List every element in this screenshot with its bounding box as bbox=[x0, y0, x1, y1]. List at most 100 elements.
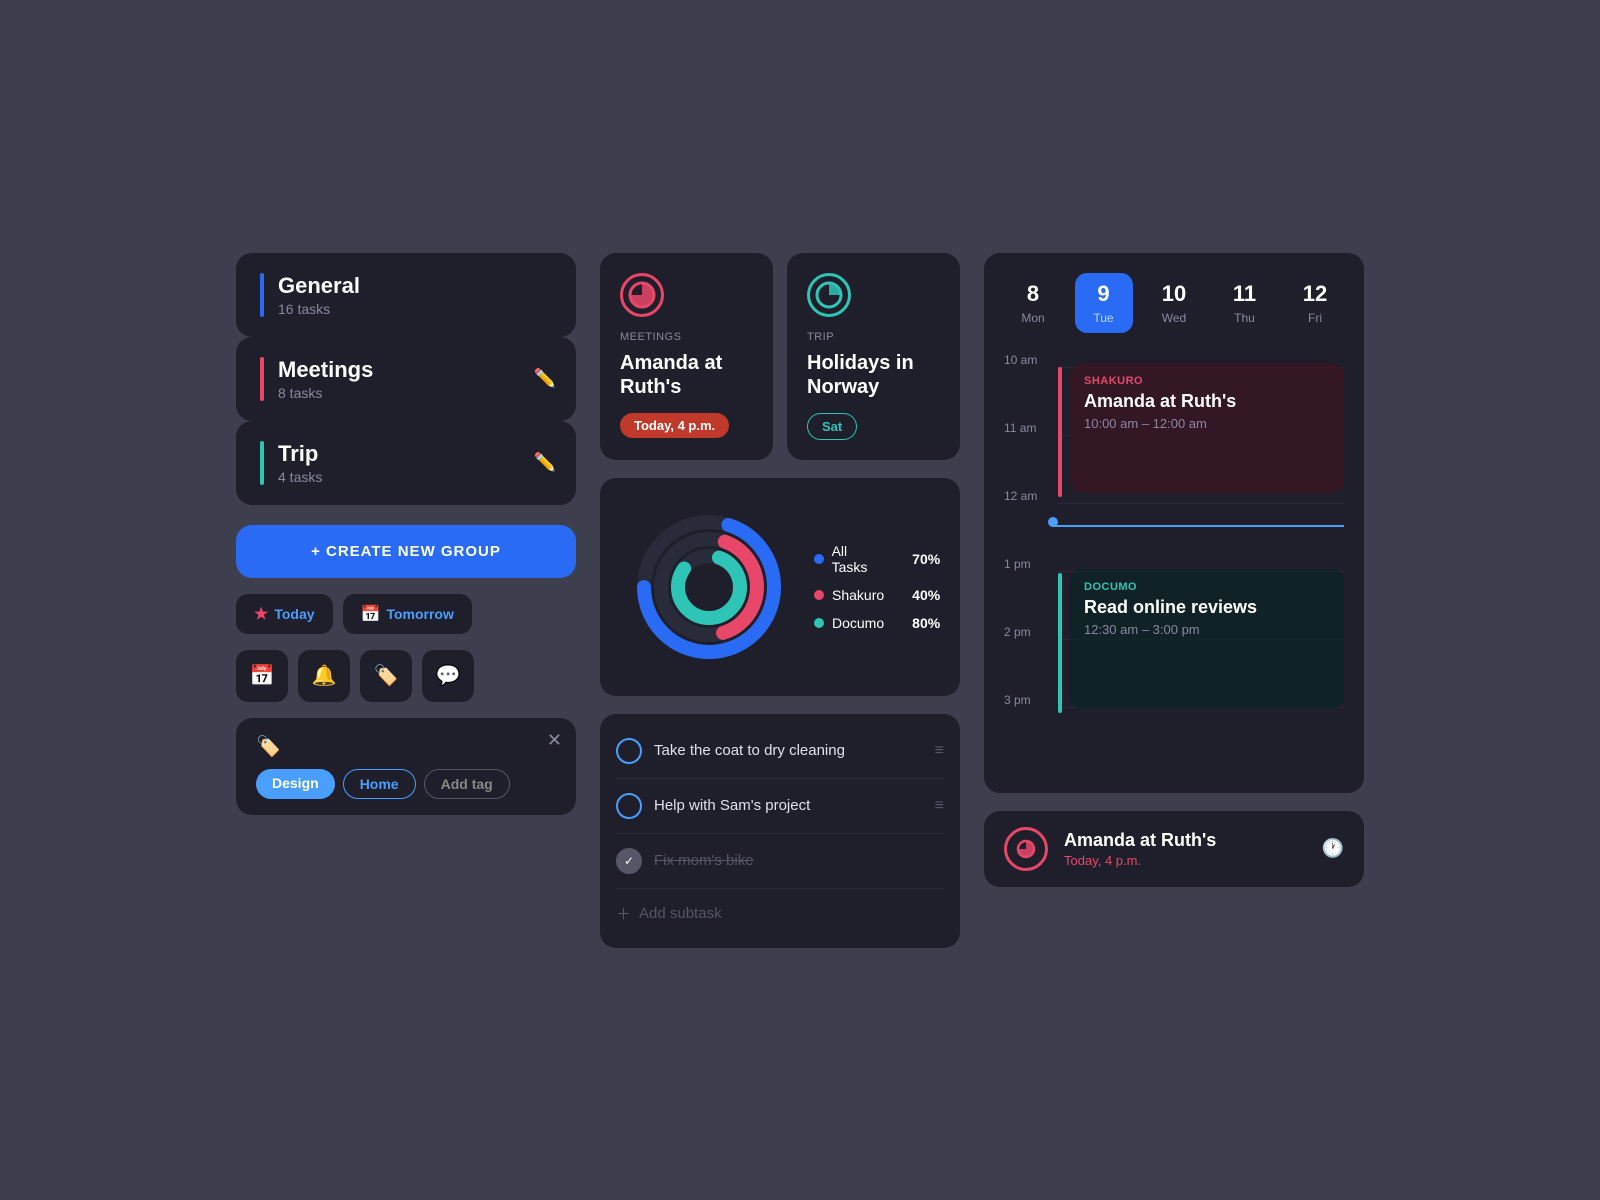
task-menu-2[interactable]: ≡ bbox=[935, 797, 944, 815]
tag-icon-btn[interactable]: 🏷️ bbox=[360, 650, 412, 702]
group-card-left-2: Trip 4 tasks bbox=[260, 441, 322, 485]
time-12am: 12 am bbox=[1004, 489, 1037, 503]
group-text-1: Meetings 8 tasks bbox=[278, 357, 373, 401]
close-tags-button[interactable]: ✕ bbox=[547, 730, 562, 751]
trip-category: TRIP bbox=[807, 331, 940, 343]
create-group-button[interactable]: + CREATE NEW GROUP bbox=[236, 525, 576, 578]
trip-event-title: Holidays in Norway bbox=[807, 351, 940, 399]
mini-cards-row: MEETINGS Amanda at Ruth's Today, 4 p.m. … bbox=[600, 253, 960, 460]
tomorrow-filter-button[interactable]: 📅 Tomorrow bbox=[343, 594, 472, 634]
tag-add[interactable]: Add tag bbox=[424, 769, 510, 799]
add-subtask-label: Add subtask bbox=[639, 905, 722, 922]
right-column: 8 Mon 9 Tue 10 Wed 11 Thu 12 Fri 10 am 1… bbox=[984, 253, 1364, 887]
legend-all-tasks: All Tasks 70% bbox=[814, 543, 940, 575]
day-label-2: Wed bbox=[1162, 311, 1186, 325]
edit-icon-1[interactable]: ✏️ bbox=[534, 368, 556, 389]
icon-row: 📅 🔔 🏷️ 💬 bbox=[236, 650, 576, 702]
day-btn-fri[interactable]: 12 Fri bbox=[1286, 273, 1344, 333]
event-bar-2 bbox=[1058, 573, 1062, 713]
meetings-event-title: Amanda at Ruth's bbox=[620, 351, 753, 399]
task-checkbox-2[interactable] bbox=[616, 793, 642, 819]
add-subtask-row[interactable]: ＋ Add subtask bbox=[616, 889, 944, 938]
chat-icon-btn[interactable]: 💬 bbox=[422, 650, 474, 702]
day-btn-thu[interactable]: 11 Thu bbox=[1216, 273, 1274, 333]
event-summary-pie bbox=[1016, 839, 1036, 859]
legend-documo: Documo 80% bbox=[814, 615, 940, 631]
legend-label-all: All Tasks bbox=[832, 543, 885, 575]
group-card-trip[interactable]: Trip 4 tasks ✏️ bbox=[236, 421, 576, 505]
task-item-3[interactable]: ✓ Fix mom's bike bbox=[616, 834, 944, 889]
group-tasks-2: 4 tasks bbox=[278, 469, 322, 485]
day-btn-wed[interactable]: 10 Wed bbox=[1145, 273, 1203, 333]
task-item-2[interactable]: Help with Sam's project ≡ bbox=[616, 779, 944, 834]
legend-shakuro: Shakuro 40% bbox=[814, 587, 940, 603]
day-label-0: Mon bbox=[1021, 311, 1044, 325]
event-summary-card: Amanda at Ruth's Today, 4 p.m. 🕐 bbox=[984, 811, 1364, 887]
task-checkbox-1[interactable] bbox=[616, 738, 642, 764]
line-12am bbox=[1058, 503, 1344, 504]
legend-label-shakuro: Shakuro bbox=[832, 587, 884, 603]
timeline: 10 am 11 am 12 am 1 pm 2 pm 3 pm SH bbox=[1004, 353, 1344, 773]
day-num-0: 8 bbox=[1027, 281, 1039, 307]
day-btn-tue[interactable]: 9 Tue bbox=[1075, 273, 1133, 333]
event-title-2: Read online reviews bbox=[1084, 597, 1330, 618]
meetings-circle-icon bbox=[620, 273, 664, 317]
event-title-1: Amanda at Ruth's bbox=[1084, 391, 1330, 412]
event-block-1[interactable]: SHAKURO Amanda at Ruth's 10:00 am – 12:0… bbox=[1070, 363, 1344, 493]
calendar-icon-btn[interactable]: 📅 bbox=[236, 650, 288, 702]
tags-row: Design Home Add tag bbox=[256, 769, 556, 799]
trip-mini-card: TRIP Holidays in Norway Sat bbox=[787, 253, 960, 460]
meetings-mini-card: MEETINGS Amanda at Ruth's Today, 4 p.m. bbox=[600, 253, 773, 460]
event-summary-title: Amanda at Ruth's bbox=[1064, 830, 1306, 851]
add-icon: ＋ bbox=[616, 903, 631, 924]
group-bar-1 bbox=[260, 357, 264, 401]
task-checkbox-3[interactable]: ✓ bbox=[616, 848, 642, 874]
day-label-3: Thu bbox=[1234, 311, 1255, 325]
tag-design[interactable]: Design bbox=[256, 769, 335, 799]
bell-icon-btn[interactable]: 🔔 bbox=[298, 650, 350, 702]
legend-dot-all bbox=[814, 554, 824, 564]
group-card-left-0: General 16 tasks bbox=[260, 273, 360, 317]
group-card-general[interactable]: General 16 tasks bbox=[236, 253, 576, 337]
group-card-meetings[interactable]: Meetings 8 tasks ✏️ bbox=[236, 337, 576, 421]
task-item-1[interactable]: Take the coat to dry cleaning ≡ bbox=[616, 724, 944, 779]
today-filter-button[interactable]: ★ Today bbox=[236, 594, 333, 634]
event-time-2: 12:30 am – 3:00 pm bbox=[1084, 622, 1330, 637]
tags-card: ✕ 🏷️ Design Home Add tag bbox=[236, 718, 576, 815]
legend-label-documo: Documo bbox=[832, 615, 884, 631]
tag-home[interactable]: Home bbox=[343, 769, 416, 799]
group-text-0: General 16 tasks bbox=[278, 273, 360, 317]
edit-icon-2[interactable]: ✏️ bbox=[534, 452, 556, 473]
calendar-icon: 📅 bbox=[361, 604, 381, 624]
task-text-1: Take the coat to dry cleaning bbox=[654, 742, 923, 759]
star-icon: ★ bbox=[254, 604, 268, 624]
day-num-2: 10 bbox=[1162, 281, 1186, 307]
legend-value-shakuro: 40% bbox=[892, 587, 940, 603]
donut-chart bbox=[624, 502, 794, 672]
current-time-line bbox=[1052, 525, 1344, 527]
group-bar-2 bbox=[260, 441, 264, 485]
group-bar-0 bbox=[260, 273, 264, 317]
event-summary-icon bbox=[1004, 827, 1048, 871]
legend-dot-documo bbox=[814, 618, 824, 628]
tomorrow-label: Tomorrow bbox=[386, 606, 453, 622]
left-column: General 16 tasks Meetings 8 tasks ✏️ Tri… bbox=[236, 253, 576, 815]
calendar-card: 8 Mon 9 Tue 10 Wed 11 Thu 12 Fri 10 am 1… bbox=[984, 253, 1364, 793]
group-card-left-1: Meetings 8 tasks bbox=[260, 357, 373, 401]
day-btn-mon[interactable]: 8 Mon bbox=[1004, 273, 1062, 333]
chart-legend: All Tasks 70% Shakuro 40% Documo 80% bbox=[814, 543, 940, 631]
trip-pie-icon bbox=[815, 281, 843, 309]
event-block-2[interactable]: DOCUMO Read online reviews 12:30 am – 3:… bbox=[1070, 569, 1344, 709]
clock-icon: 🕐 bbox=[1322, 838, 1344, 859]
day-num-4: 12 bbox=[1303, 281, 1327, 307]
event-summary-text: Amanda at Ruth's Today, 4 p.m. bbox=[1064, 830, 1306, 868]
tag-card-icon: 🏷️ bbox=[256, 734, 556, 759]
meetings-time-tag: Today, 4 p.m. bbox=[620, 413, 729, 438]
legend-value-all: 70% bbox=[892, 551, 940, 567]
task-menu-1[interactable]: ≡ bbox=[935, 742, 944, 760]
event-bar-1 bbox=[1058, 367, 1062, 497]
day-num-3: 11 bbox=[1233, 281, 1256, 307]
today-label: Today bbox=[274, 606, 314, 622]
day-label-4: Fri bbox=[1308, 311, 1322, 325]
tasks-card: Take the coat to dry cleaning ≡ Help wit… bbox=[600, 714, 960, 948]
